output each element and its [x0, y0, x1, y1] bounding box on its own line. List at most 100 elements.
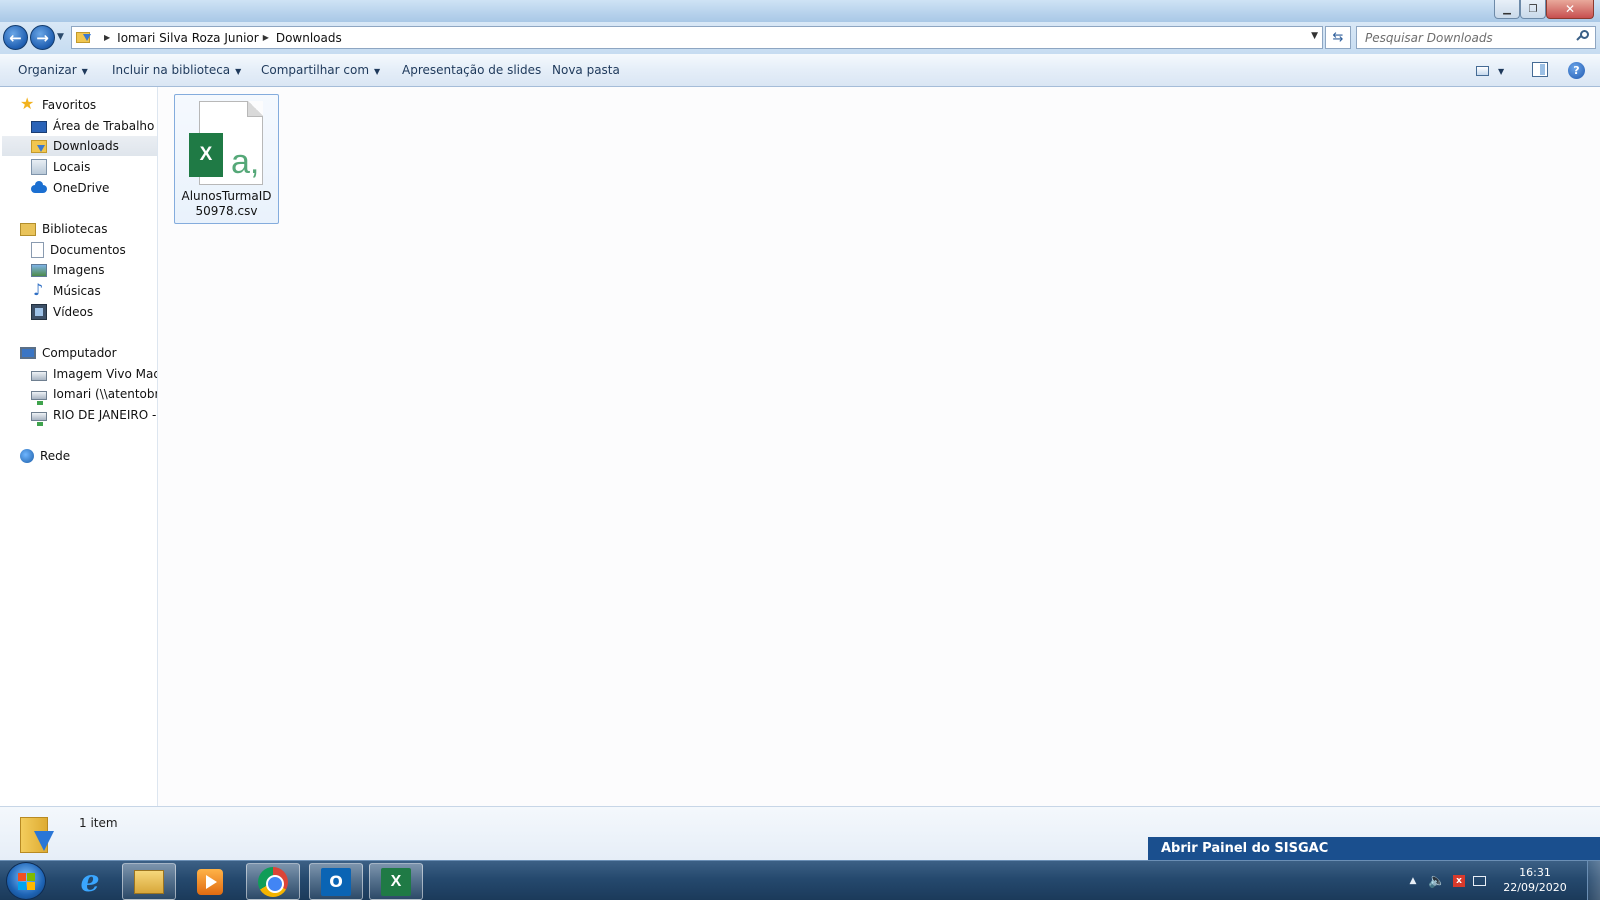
- search-input[interactable]: Pesquisar Downloads: [1356, 26, 1596, 49]
- sidebar-item-drive[interactable]: Imagem Vivo Mad (\: [31, 364, 157, 384]
- share-with-menu[interactable]: Compartilhar com ▼: [261, 63, 380, 77]
- show-desktop-button[interactable]: [1587, 861, 1600, 900]
- file-item[interactable]: X a, AlunosTurmaID50978.csv: [174, 94, 279, 224]
- sidebar-libraries[interactable]: Bibliotecas: [20, 219, 107, 239]
- organize-menu[interactable]: Organizar ▼: [18, 63, 88, 77]
- star-icon: [20, 94, 36, 113]
- sidebar-item-documents[interactable]: Documentos: [31, 240, 126, 260]
- taskbar-media-player[interactable]: [183, 863, 237, 900]
- address-bar[interactable]: ▶ Iomari Silva Roza Junior ▶ Downloads ▼: [71, 26, 1323, 49]
- search-icon[interactable]: [1576, 30, 1590, 43]
- taskbar-windows-explorer[interactable]: [122, 863, 176, 900]
- navigation-pane[interactable]: Favoritos Área de Trabalho Downloads Loc…: [0, 87, 158, 806]
- breadcrumb-downloads[interactable]: Downloads: [276, 31, 342, 45]
- windows-logo-icon: [27, 882, 35, 890]
- refresh-button[interactable]: ⇆: [1325, 26, 1351, 49]
- internet-explorer-icon: e: [80, 864, 100, 899]
- music-icon: [31, 280, 47, 299]
- desktop-icon: [31, 121, 47, 133]
- chevron-down-icon[interactable]: ▼: [1498, 67, 1504, 76]
- libraries-icon: [20, 222, 36, 236]
- action-center-flag-icon[interactable]: x: [1453, 875, 1465, 887]
- media-player-icon: [197, 868, 223, 895]
- excel-badge-icon: X: [189, 133, 223, 177]
- close-button[interactable]: ✕: [1546, 0, 1594, 19]
- start-button[interactable]: [6, 862, 46, 900]
- breadcrumb-user[interactable]: Iomari Silva Roza Junior: [117, 31, 259, 45]
- sidebar-item-network-drive[interactable]: RIO DE JANEIRO - C/: [31, 405, 157, 426]
- chevron-down-icon: ▼: [81, 67, 88, 76]
- sidebar-item-label: Locais: [53, 160, 91, 174]
- outlook-icon: O: [321, 867, 351, 896]
- address-dropdown-icon[interactable]: ▼: [1311, 31, 1318, 41]
- taskbar-excel[interactable]: X: [369, 863, 423, 900]
- sidebar-item-music[interactable]: Músicas: [31, 280, 101, 301]
- sidebar-network[interactable]: Rede: [20, 446, 70, 466]
- sidebar-item-downloads[interactable]: Downloads: [2, 136, 157, 156]
- windows-logo-icon: [27, 873, 35, 881]
- file-fold-shape: [247, 101, 263, 117]
- sidebar-computer[interactable]: Computador: [20, 343, 117, 363]
- pictures-icon: [31, 263, 47, 277]
- maximize-button[interactable]: ❐: [1520, 0, 1546, 19]
- sidebar-header-label: Bibliotecas: [42, 222, 108, 236]
- excel-icon: X: [381, 867, 411, 896]
- view-icon: [1476, 66, 1489, 76]
- sidebar-item-label: Iomari (\\atentobr\c: [53, 387, 157, 401]
- sidebar-item-pictures[interactable]: Imagens: [31, 260, 104, 280]
- sidebar-item-label: Área de Trabalho: [53, 119, 155, 133]
- sidebar-item-network-drive[interactable]: Iomari (\\atentobr\c: [31, 384, 157, 405]
- include-library-label: Incluir na biblioteca: [112, 63, 231, 77]
- clock[interactable]: 16:31 22/09/2020: [1502, 865, 1568, 895]
- minimize-button[interactable]: ▁: [1494, 0, 1520, 19]
- windows-logo-icon: [18, 882, 26, 890]
- sidebar-favorites[interactable]: Favoritos: [20, 94, 97, 115]
- sidebar-item-label: OneDrive: [53, 181, 110, 195]
- include-library-menu[interactable]: Incluir na biblioteca ▼: [112, 63, 241, 77]
- network-status-icon[interactable]: [1473, 876, 1486, 886]
- sidebar-item-label: Vídeos: [53, 305, 94, 319]
- sidebar-item-desktop[interactable]: Área de Trabalho: [31, 116, 154, 136]
- recent-pages-dropdown[interactable]: ▼: [57, 32, 64, 42]
- volume-icon[interactable]: 🔈: [1428, 873, 1445, 889]
- back-button[interactable]: ←: [3, 25, 28, 50]
- windows-logo-icon: [18, 873, 26, 881]
- help-icon[interactable]: ?: [1568, 62, 1585, 79]
- change-view-button[interactable]: ▼: [1476, 63, 1510, 79]
- taskbar-outlook[interactable]: O: [309, 863, 363, 900]
- command-bar: Organizar ▼ Incluir na biblioteca ▼ Compar…: [0, 54, 1600, 87]
- file-list-area[interactable]: X a, AlunosTurmaID50978.csv: [159, 87, 1600, 806]
- sidebar-header-label: Favoritos: [42, 98, 97, 112]
- show-hidden-icons-icon[interactable]: ▲: [1405, 873, 1421, 889]
- preview-pane-icon[interactable]: [1532, 62, 1548, 77]
- chevron-down-icon: ▼: [235, 67, 242, 76]
- sidebar-item-places[interactable]: Locais: [31, 157, 90, 177]
- folder-icon: [134, 869, 164, 894]
- search-placeholder: Pesquisar Downloads: [1365, 30, 1493, 45]
- slideshow-button[interactable]: Apresentação de slides: [402, 63, 541, 77]
- address-row: ← → ▼ ▶ Iomari Silva Roza Junior ▶ Downl…: [0, 22, 1600, 54]
- new-folder-button[interactable]: Nova pasta: [552, 63, 620, 77]
- breadcrumb-separator-icon[interactable]: ▶: [104, 33, 110, 42]
- csv-letter-icon: a,: [231, 143, 260, 181]
- documents-icon: [31, 242, 44, 258]
- taskbar-chrome[interactable]: [246, 863, 300, 900]
- sidebar-item-videos[interactable]: Vídeos: [31, 302, 93, 322]
- taskbar: e O X ▲ 🔈 x 16:31 22/09/2020: [0, 860, 1600, 900]
- sisgac-panel-button[interactable]: Abrir Painel do SISGAC: [1148, 837, 1600, 861]
- excel-csv-file-icon: X a,: [189, 101, 263, 185]
- downloads-folder-icon: [76, 30, 94, 45]
- forward-button[interactable]: →: [30, 25, 55, 50]
- organize-label: Organizar: [18, 63, 77, 77]
- clock-time: 16:31: [1519, 866, 1551, 879]
- taskbar-internet-explorer[interactable]: e: [63, 863, 117, 900]
- breadcrumb-separator-icon[interactable]: ▶: [263, 33, 269, 42]
- network-icon: [20, 449, 34, 463]
- file-name: AlunosTurmaID50978.csv: [181, 189, 272, 218]
- videos-icon: [31, 304, 47, 320]
- sidebar-item-onedrive[interactable]: OneDrive: [31, 178, 109, 198]
- downloads-folder-icon: [31, 139, 47, 153]
- window-title-bar: ▁ ❐ ✕: [0, 0, 1600, 22]
- chevron-down-icon: ▼: [374, 67, 381, 76]
- network-drive-icon: [31, 411, 47, 426]
